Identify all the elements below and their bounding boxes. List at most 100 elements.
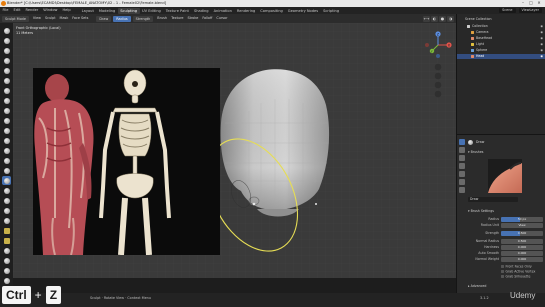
tool-blob[interactable] (2, 96, 11, 105)
eye-icon[interactable]: ◉ (540, 48, 543, 53)
tool-mask[interactable] (2, 276, 11, 285)
texture-menu[interactable]: Texture (171, 16, 183, 20)
radius-field[interactable]: Radius (113, 15, 131, 22)
menu-render[interactable]: Render (23, 7, 41, 14)
tool-clay-thumb[interactable] (2, 66, 11, 75)
tool-pinch[interactable] (2, 166, 11, 175)
tool-clay-strips[interactable] (2, 56, 11, 65)
front-faces-only-checkbox[interactable]: Front Faces Only (501, 265, 532, 269)
grab-active-vertex-checkbox[interactable]: Grab Active Vertex (501, 270, 535, 274)
brushes-section-header[interactable]: ▾ Brushes (468, 150, 483, 154)
menu-help[interactable]: Help (60, 7, 73, 14)
scene-collection-label: Scene Collection (465, 17, 492, 21)
normal-weight-field[interactable]: 0.000 (501, 257, 543, 262)
outliner-item-collection[interactable]: Collection ◉ (457, 24, 545, 29)
minimize-button[interactable]: – (520, 1, 526, 6)
menu-window[interactable]: Window (41, 7, 60, 14)
brush-preview[interactable] (488, 159, 522, 193)
outliner-item-basehead[interactable]: BaseHead ◉ (457, 36, 545, 41)
brush-selector[interactable]: Draw (96, 15, 112, 22)
stroke-menu[interactable]: Stroke (188, 16, 199, 20)
brush-settings-header[interactable]: ▾ Brush Settings (468, 209, 494, 213)
tool-clay[interactable] (2, 46, 11, 55)
tool-flatten[interactable] (2, 126, 11, 135)
brush-menu[interactable]: Brush (157, 16, 167, 20)
tab-geometry-nodes[interactable]: Geometry Nodes (285, 8, 320, 14)
render-tab-icon[interactable] (458, 147, 465, 153)
tab-animation[interactable]: Animation (211, 8, 234, 14)
3d-viewport[interactable]: X Z Y Front Orthographic (Local) 11 Mete… (13, 23, 456, 278)
eye-icon[interactable]: ◉ (540, 36, 543, 41)
menu-view[interactable]: View (33, 16, 41, 20)
tool-smooth[interactable] (2, 116, 11, 125)
tab-sculpting[interactable]: Sculpting (117, 7, 140, 14)
radius-unit-field[interactable]: View (501, 223, 543, 228)
falloff-menu[interactable]: Falloff (202, 16, 212, 20)
tab-layout[interactable]: Layout (79, 8, 96, 14)
menu-mask[interactable]: Mask (60, 16, 69, 20)
object-tab-icon[interactable] (458, 171, 465, 177)
view-layer-selector[interactable]: ViewLayer (518, 8, 542, 13)
tool-inflate[interactable] (2, 86, 11, 95)
normal-radius-field[interactable]: 0.500 (501, 239, 543, 244)
outliner-item-light[interactable]: Light ◉ (457, 42, 545, 47)
scene-selector[interactable]: Scene (499, 8, 516, 13)
tool-scrape[interactable] (2, 146, 11, 155)
menu-face-sets[interactable]: Face Sets (72, 16, 88, 20)
hardness-field[interactable]: 0.000 (501, 245, 543, 250)
outliner-item-head[interactable]: Head ◉ (457, 54, 545, 59)
overlay-icon[interactable]: ◐ (431, 15, 438, 22)
tool-tab-icon[interactable] (458, 139, 465, 145)
eye-icon[interactable]: ◉ (540, 30, 543, 35)
maximize-button[interactable]: □ (528, 1, 534, 6)
tab-compositing[interactable]: Compositing (258, 8, 286, 14)
tab-texture-paint[interactable]: Texture Paint (163, 8, 191, 14)
tool-thumb[interactable] (2, 206, 11, 215)
tool-elastic-deform[interactable] (2, 186, 11, 195)
tool-crease[interactable] (2, 106, 11, 115)
tool-nudge[interactable] (2, 226, 11, 235)
tool-snake-hook[interactable] (2, 196, 11, 205)
menu-file[interactable]: File (0, 7, 11, 14)
tool-boundary[interactable] (2, 256, 11, 265)
solid-shading-icon[interactable]: ● (439, 15, 446, 22)
menu-sculpt[interactable]: Sculpt (45, 16, 56, 20)
eye-icon[interactable]: ◉ (540, 24, 543, 29)
modifier-tab-icon[interactable] (458, 179, 465, 185)
tool-grab[interactable] (2, 176, 11, 185)
grab-silhouette-checkbox[interactable]: Grab Silhouette (501, 275, 530, 279)
outliner-item-sphere[interactable]: Sphere ◉ (457, 48, 545, 53)
tool-pose[interactable] (2, 216, 11, 225)
menu-edit[interactable]: Edit (11, 7, 23, 14)
advanced-section-header[interactable]: ▸ Advanced (468, 284, 486, 288)
tool-slide-relax[interactable] (2, 246, 11, 255)
material-tab-icon[interactable] (458, 187, 465, 193)
scene-tab-icon[interactable] (458, 163, 465, 169)
tab-rendering[interactable]: Rendering (234, 8, 257, 14)
close-button[interactable]: ✕ (536, 1, 542, 6)
tab-scripting[interactable]: Scripting (321, 8, 342, 14)
cursor-menu[interactable]: Cursor (216, 16, 227, 20)
tab-shading[interactable]: Shading (191, 8, 211, 14)
material-shading-icon[interactable]: ◑ (447, 15, 454, 22)
tool-draw-sharp[interactable] (2, 36, 11, 45)
output-tab-icon[interactable] (458, 155, 465, 161)
tool-multiplane-scrape[interactable] (2, 156, 11, 165)
tool-draw[interactable] (2, 26, 11, 35)
outliner-item-camera[interactable]: Camera ◉ (457, 30, 545, 35)
tool-fill[interactable] (2, 136, 11, 145)
eye-icon[interactable]: ◉ (540, 54, 543, 59)
tool-layer[interactable] (2, 76, 11, 85)
strength-field[interactable]: Strength (132, 15, 154, 22)
mode-selector[interactable]: Sculpt Mode (2, 15, 29, 22)
eye-icon[interactable]: ◉ (540, 42, 543, 47)
brush-name-field[interactable]: Draw (468, 197, 518, 202)
auto-smooth-field[interactable]: 0.000 (501, 251, 543, 256)
symmetry-icon[interactable]: ⟷ (423, 15, 430, 22)
tab-modeling[interactable]: Modeling (96, 8, 117, 14)
tool-cloth[interactable] (2, 266, 11, 275)
strength-field[interactable]: 0.500 (501, 231, 543, 236)
radius-field[interactable]: 50 px (501, 217, 543, 222)
tab-uv-editing[interactable]: UV Editing (140, 8, 164, 14)
tool-rotate[interactable] (2, 236, 11, 245)
